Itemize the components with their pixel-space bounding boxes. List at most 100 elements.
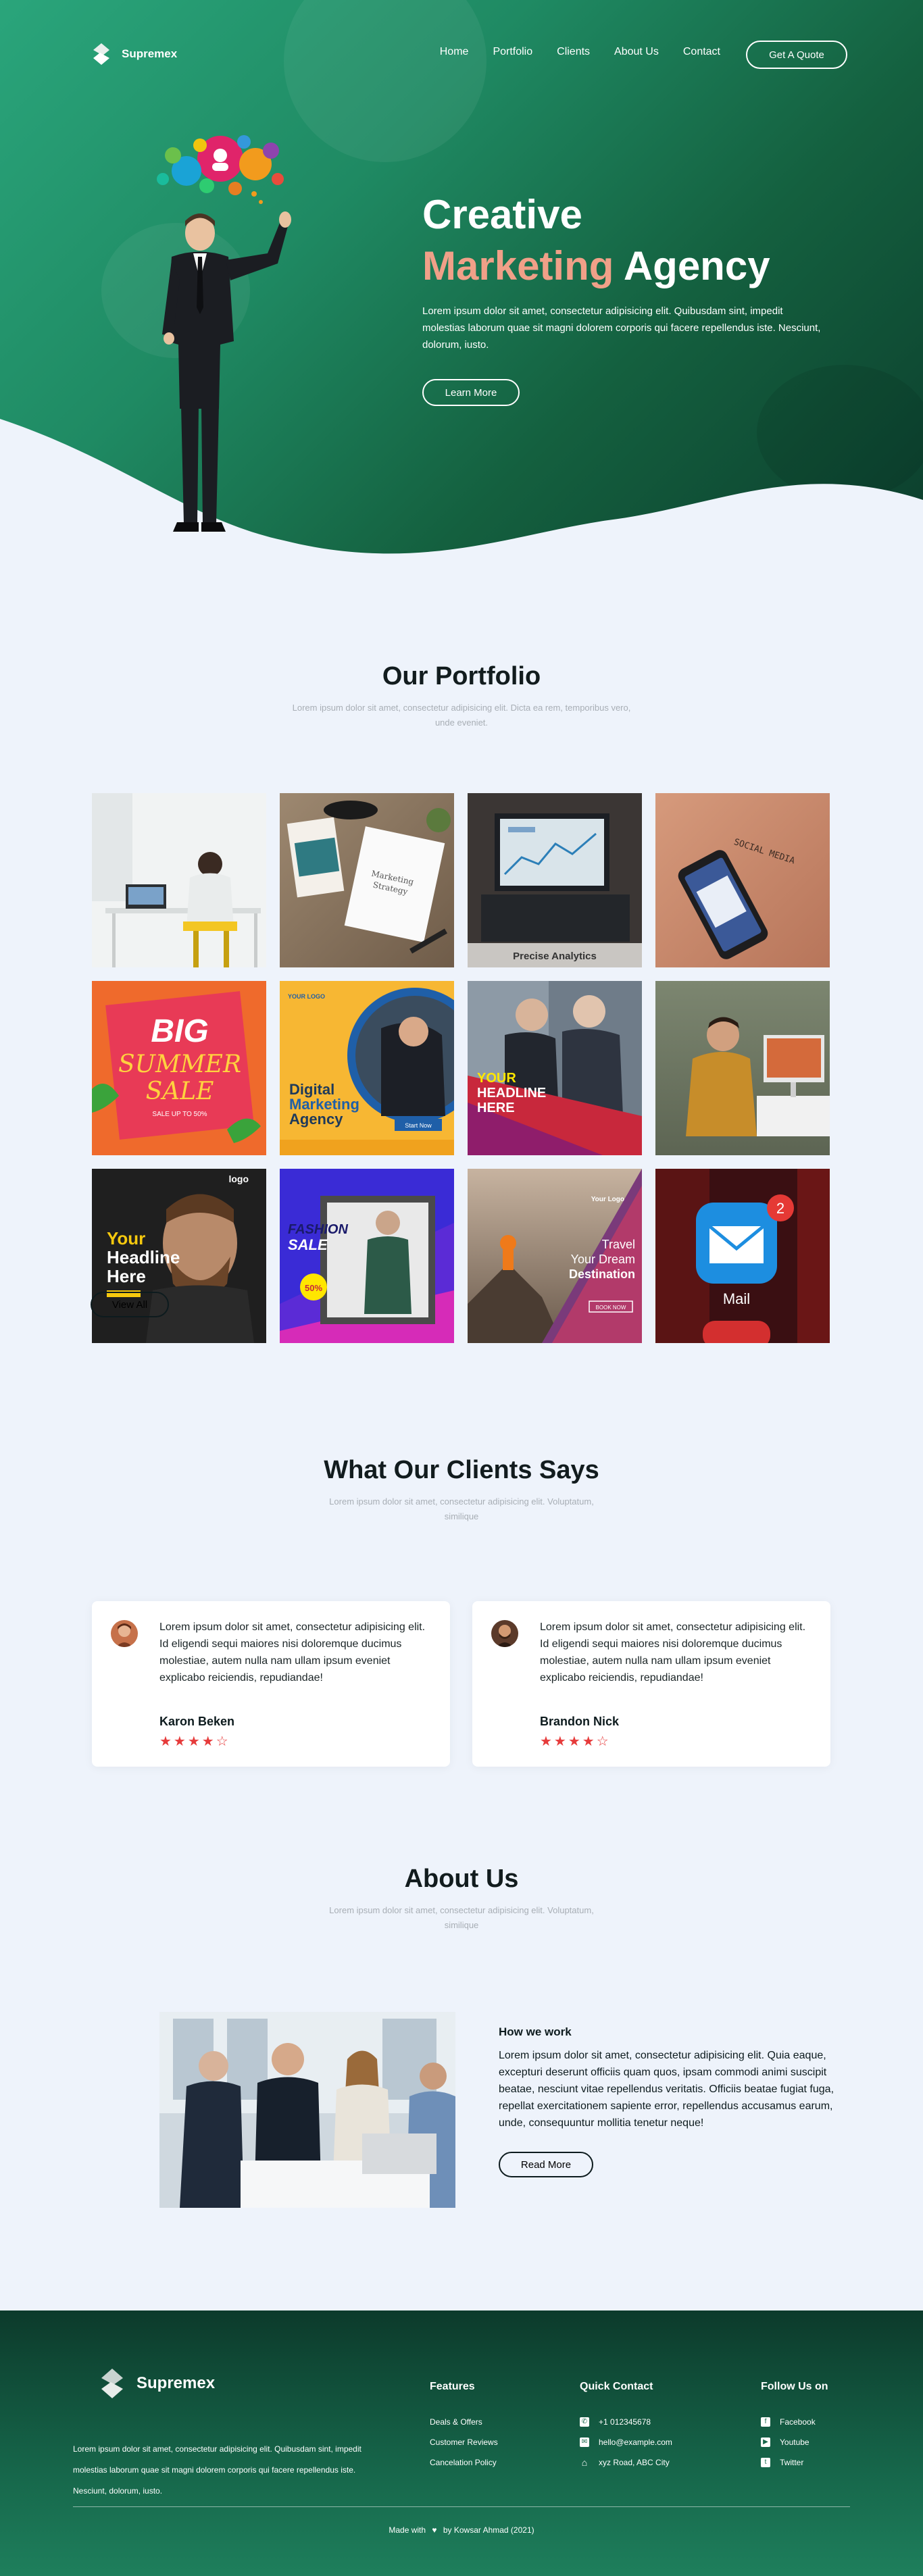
envelope-icon: ✉ bbox=[580, 2438, 589, 2447]
rating-stars-icon: ★★★★☆ bbox=[540, 1733, 611, 1749]
portfolio-item[interactable]: Your Logo Travel Your Dream Destination … bbox=[468, 1169, 642, 1343]
tile-text: 2 bbox=[776, 1200, 784, 1217]
portfolio-item[interactable] bbox=[655, 981, 830, 1155]
testimonial-name: Brandon Nick bbox=[540, 1715, 620, 1728]
brand-logo[interactable]: Supremex bbox=[88, 41, 177, 68]
read-more-button[interactable]: Read More bbox=[499, 2152, 593, 2177]
phone-text: +1 012345678 bbox=[599, 2417, 651, 2427]
tile-text: SALE UP TO 50% bbox=[152, 1111, 207, 1118]
clients-section: What Our Clients Says Lorem ipsum dolor … bbox=[0, 1456, 923, 1767]
tile-text: SUMMER bbox=[118, 1051, 241, 1078]
tile-text: Destination bbox=[569, 1267, 635, 1281]
testimonial-text: Lorem ipsum dolor sit amet, consectetur … bbox=[540, 1621, 806, 1684]
about-subtitle: Lorem ipsum dolor sit amet, consectetur … bbox=[329, 1905, 594, 1930]
portfolio-image-digital-agency: YOUR LOGO Digital Marketing Agency Start… bbox=[280, 981, 454, 1155]
avatar bbox=[111, 1620, 138, 1647]
nav-contact[interactable]: Contact bbox=[683, 46, 720, 58]
portfolio-grid: Marketing Strategy Precise Analytics SOC… bbox=[92, 793, 831, 1343]
footer-contact-email[interactable]: ✉ hello@example.com bbox=[580, 2432, 672, 2452]
youtube-label: Youtube bbox=[780, 2438, 809, 2447]
footer-contact-phone[interactable]: ✆ +1 012345678 bbox=[580, 2412, 672, 2432]
testimonial-name: Karon Beken bbox=[159, 1715, 235, 1728]
portfolio-image-social-media: SOCIAL MEDIA bbox=[655, 793, 830, 967]
hero-title: Creative Marketing Agency bbox=[422, 189, 828, 292]
about-text-block: How we work Lorem ipsum dolor sit amet, … bbox=[499, 2025, 837, 2177]
nav-clients[interactable]: Clients bbox=[557, 46, 590, 58]
portfolio-section: Our Portfolio Lorem ipsum dolor sit amet… bbox=[0, 595, 923, 1405]
tile-text: Agency bbox=[289, 1111, 343, 1128]
phone-icon: ✆ bbox=[580, 2417, 589, 2427]
tile-text: Your Logo bbox=[591, 1196, 624, 1203]
tile-text: Start Now bbox=[405, 1122, 432, 1129]
learn-more-button[interactable]: Learn More bbox=[422, 379, 520, 406]
testimonial-card: Lorem ipsum dolor sit amet, consectetur … bbox=[92, 1601, 450, 1767]
tile-text: Precise Analytics bbox=[513, 951, 597, 962]
about-body: Lorem ipsum dolor sit amet, consectetur … bbox=[499, 2050, 834, 2129]
footer-contact: Quick Contact ✆ +1 012345678 ✉ hello@examp… bbox=[580, 2381, 672, 2473]
clients-title: What Our Clients Says bbox=[324, 1456, 599, 1484]
nav-portfolio[interactable]: Portfolio bbox=[493, 46, 532, 58]
tile-text: SALE bbox=[146, 1078, 214, 1105]
portfolio-item[interactable]: FASHION SALE 50% bbox=[280, 1169, 454, 1343]
tile-text: YOUR LOGO bbox=[288, 993, 325, 1000]
hero-title-line1: Creative bbox=[422, 192, 582, 237]
portfolio-item[interactable] bbox=[92, 793, 266, 967]
tile-text: Headline bbox=[107, 1247, 180, 1267]
youtube-icon: ▶ bbox=[761, 2438, 770, 2447]
portfolio-item[interactable]: YOUR LOGO Digital Marketing Agency Start… bbox=[280, 981, 454, 1155]
footer-brand-name: Supremex bbox=[136, 2374, 216, 2392]
testimonial-text: Lorem ipsum dolor sit amet, consectetur … bbox=[159, 1621, 426, 1684]
avatar-image bbox=[491, 1620, 518, 1647]
portfolio-image-analytics: Precise Analytics bbox=[468, 793, 642, 967]
portfolio-item[interactable]: Marketing Strategy bbox=[280, 793, 454, 967]
tile-text: logo bbox=[228, 1173, 249, 1184]
portfolio-item[interactable]: 2 Mail bbox=[655, 1169, 830, 1343]
tile-text: BIG bbox=[151, 1013, 208, 1049]
view-all-button[interactable]: View All bbox=[91, 1292, 169, 1317]
footer-link-deals[interactable]: Deals & Offers bbox=[430, 2412, 498, 2432]
logo-icon bbox=[93, 43, 109, 65]
footer-divider bbox=[73, 2506, 850, 2507]
brand-name: Supremex bbox=[122, 47, 178, 60]
hero-section: Supremex Home Portfolio Clients About Us… bbox=[0, 0, 923, 595]
footer-link-cancelation[interactable]: Cancelation Policy bbox=[430, 2452, 498, 2473]
footer-logo[interactable]: Supremex bbox=[96, 2365, 215, 2402]
tile-text: YOUR bbox=[477, 1071, 516, 1086]
portfolio-item[interactable]: BIG SUMMER SALE SALE UP TO 50% bbox=[92, 981, 266, 1155]
footer-social-twitter[interactable]: t Twitter bbox=[761, 2452, 828, 2473]
tile-text: Travel bbox=[602, 1238, 635, 1251]
facebook-icon: f bbox=[761, 2417, 770, 2427]
portfolio-item[interactable]: YOUR HEADLINE HERE bbox=[468, 981, 642, 1155]
address-text: xyz Road, ABC City bbox=[599, 2458, 670, 2467]
portfolio-image-mail-app: 2 Mail bbox=[655, 1169, 830, 1343]
portfolio-subtitle: Lorem ipsum dolor sit amet, consectetur … bbox=[292, 703, 631, 728]
logo-icon bbox=[101, 2369, 123, 2398]
footer-contact-address: ⌂ xyz Road, ABC City bbox=[580, 2452, 672, 2473]
footer-follow-title: Follow Us on bbox=[761, 2381, 828, 2392]
tile-text: 50% bbox=[305, 1283, 322, 1293]
nav-about[interactable]: About Us bbox=[614, 46, 659, 58]
footer-social-facebook[interactable]: f Facebook bbox=[761, 2412, 828, 2432]
footer-link-reviews[interactable]: Customer Reviews bbox=[430, 2432, 498, 2452]
main-menu: Home Portfolio Clients About Us Contact bbox=[440, 46, 720, 58]
tile-text: HEADLINE bbox=[477, 1086, 546, 1101]
portfolio-item[interactable]: SOCIAL MEDIA bbox=[655, 793, 830, 967]
about-section: About Us Lorem ipsum dolor sit amet, con… bbox=[0, 1865, 923, 2208]
twitter-icon: t bbox=[761, 2458, 770, 2467]
get-quote-button[interactable]: Get A Quote bbox=[746, 41, 847, 69]
credit-post: by Kowsar Ahmad (2021) bbox=[443, 2525, 534, 2535]
about-image bbox=[159, 2012, 455, 2208]
hero-title-rest: Agency bbox=[614, 243, 770, 288]
nav-home[interactable]: Home bbox=[440, 46, 469, 58]
home-icon: ⌂ bbox=[581, 2457, 588, 2468]
footer-features: Features Deals & Offers Customer Reviews… bbox=[430, 2381, 498, 2473]
tile-text: Here bbox=[107, 1266, 146, 1286]
social-cloud-icon bbox=[157, 135, 284, 204]
footer-contact-title: Quick Contact bbox=[580, 2381, 653, 2392]
footer-features-title: Features bbox=[430, 2381, 475, 2392]
portfolio-item[interactable]: Precise Analytics bbox=[468, 793, 642, 967]
page: Supremex Home Portfolio Clients About Us… bbox=[0, 0, 923, 2576]
footer-description: Lorem ipsum dolor sit amet, consectetur … bbox=[73, 2444, 361, 2496]
tile-text: BOOK NOW bbox=[596, 1305, 626, 1311]
footer-social-youtube[interactable]: ▶ Youtube bbox=[761, 2432, 828, 2452]
